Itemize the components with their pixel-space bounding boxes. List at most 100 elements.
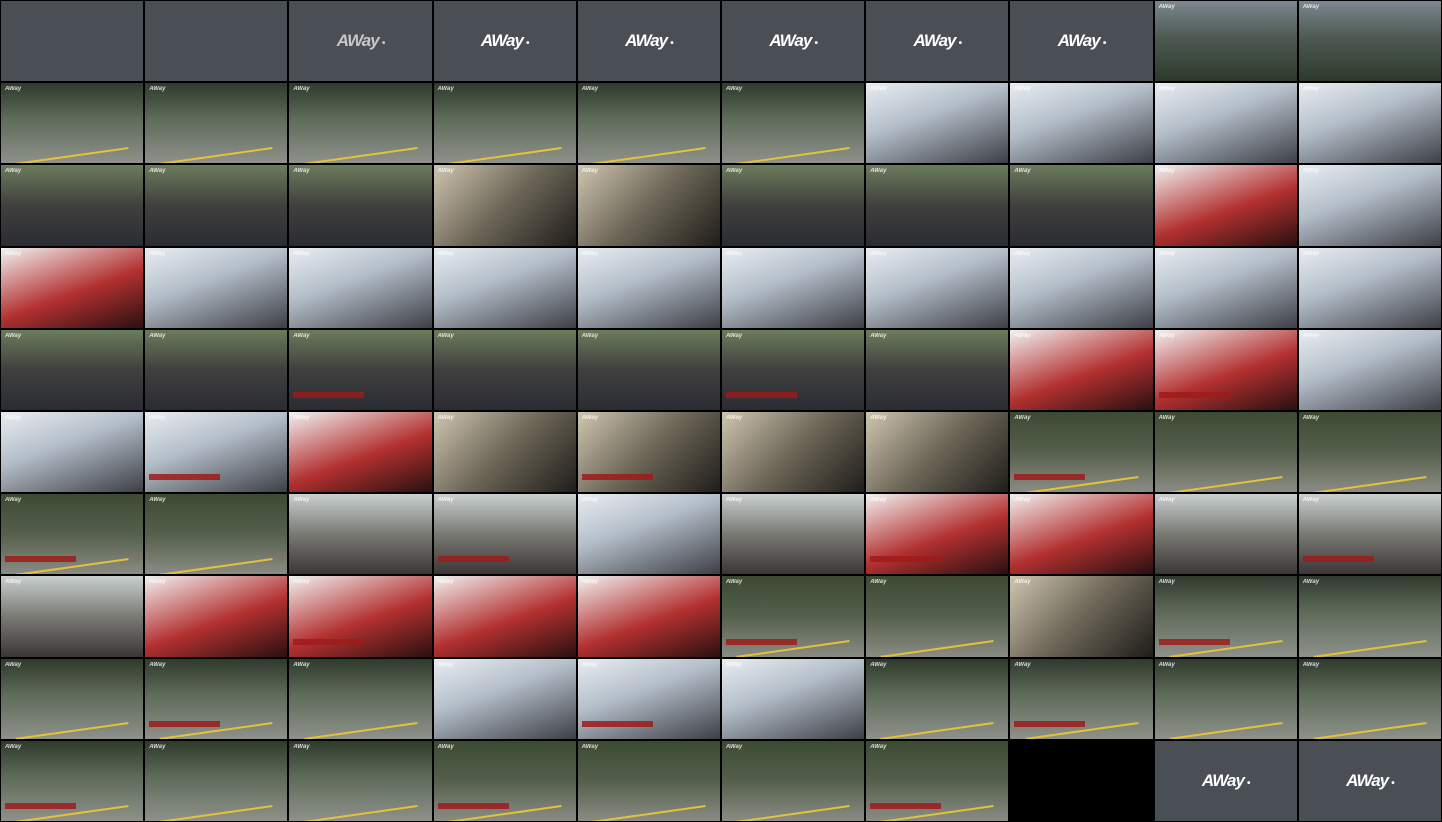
watermark-logo: AWay [293, 743, 310, 750]
video-frame-thumbnail: AWay [721, 740, 865, 821]
video-frame-thumbnail: AWay [721, 494, 865, 575]
video-frame-thumbnail: AWay • [289, 1, 432, 82]
video-frame-thumbnail: AWay [866, 329, 1009, 410]
video-frame-thumbnail: AWay [1010, 247, 1153, 328]
video-frame-thumbnail: AWay [145, 411, 288, 493]
video-frame-thumbnail: AWay • [721, 1, 865, 82]
video-frame-thumbnail: AWay [289, 658, 432, 739]
watermark-logo: AWay [725, 250, 743, 257]
watermark-logo: AWay [1014, 250, 1031, 257]
watermark-logo: AWay [437, 743, 454, 750]
watermark-logo: AWay [5, 250, 22, 257]
watermark-logo: AWay [1014, 497, 1031, 504]
video-frame-thumbnail: AWay [577, 165, 720, 246]
video-frame-thumbnail: AWay [1154, 576, 1297, 657]
road-lane-marking [304, 147, 417, 164]
subtitle-caption-bar [5, 556, 77, 563]
video-frame-thumbnail: AWay [1010, 576, 1153, 657]
watermark-logo: AWay [870, 579, 887, 586]
watermark-logo: AWay [725, 497, 743, 504]
watermark-logo: AWay [293, 414, 310, 421]
video-frame-thumbnail [1010, 740, 1153, 821]
video-frame-thumbnail: AWay • [577, 1, 720, 82]
watermark-logo: AWay [1014, 168, 1031, 175]
watermark-logo: AWay [5, 743, 22, 750]
video-frame-thumbnail: AWay [1, 740, 144, 821]
watermark-logo: AWay [1302, 579, 1320, 586]
road-lane-marking [159, 804, 273, 821]
watermark-logo: AWay [581, 414, 599, 421]
video-frame-thumbnail: AWay [145, 494, 288, 575]
subtitle-caption-bar [5, 802, 77, 809]
subtitle-caption-bar [149, 474, 221, 481]
subtitle-caption-bar [1014, 720, 1086, 727]
video-frame-thumbnail: AWay [1298, 494, 1441, 575]
away-logo: AWay • [1346, 770, 1394, 790]
watermark-logo: AWay [149, 661, 166, 668]
video-frame-thumbnail: AWay [577, 494, 720, 575]
video-frame-thumbnail: AWay [866, 740, 1009, 821]
away-logo: AWay • [336, 31, 385, 51]
video-frame-thumbnail: AWay [1298, 1, 1441, 82]
subtitle-caption-bar [293, 638, 365, 645]
watermark-logo: AWay [581, 250, 599, 257]
video-frame-thumbnail: AWay [289, 247, 432, 328]
watermark-logo: AWay [5, 414, 22, 421]
watermark-logo: AWay [581, 497, 599, 504]
video-frame-thumbnail: AWay [1, 329, 144, 410]
watermark-logo: AWay [581, 86, 599, 93]
video-frame-thumbnail: AWay [145, 658, 288, 739]
watermark-logo: AWay [1158, 579, 1175, 586]
video-frame-thumbnail: AWay [289, 329, 432, 410]
video-frame-thumbnail: AWay [1154, 329, 1297, 410]
watermark-logo: AWay [1302, 332, 1320, 339]
video-frame-thumbnail: AWay [145, 740, 288, 821]
road-lane-marking [736, 147, 850, 164]
video-frame-thumbnail: AWay [1154, 1, 1297, 82]
road-lane-marking [1313, 640, 1427, 657]
video-frame-thumbnail: AWay [1010, 411, 1153, 493]
watermark-logo: AWay [1014, 86, 1031, 93]
watermark-logo: AWay [5, 661, 22, 668]
watermark-logo: AWay [1302, 497, 1320, 504]
video-frame-thumbnail: AWay [1154, 494, 1297, 575]
video-frame-thumbnail: AWay • [1010, 1, 1153, 82]
away-logo: AWay • [913, 31, 962, 51]
road-lane-marking [880, 722, 994, 739]
watermark-logo: AWay [1158, 250, 1175, 257]
video-frame-thumbnail: AWay [866, 494, 1009, 575]
video-frame-thumbnail: AWay [1, 247, 144, 328]
road-lane-marking [15, 722, 129, 739]
video-frame-thumbnail: AWay [721, 329, 865, 410]
watermark-logo: AWay [1014, 579, 1031, 586]
video-frame-thumbnail: AWay [289, 165, 432, 246]
watermark-logo: AWay [1158, 497, 1175, 504]
road-lane-marking [448, 147, 562, 164]
road-lane-marking [1313, 475, 1427, 493]
subtitle-caption-bar [1158, 638, 1230, 645]
subtitle-caption-bar [437, 802, 509, 809]
video-frame-thumbnail: AWay [1, 658, 144, 739]
watermark-logo: AWay [1158, 86, 1175, 93]
road-lane-marking [304, 804, 417, 821]
watermark-logo: AWay [437, 86, 454, 93]
watermark-logo: AWay [1158, 661, 1175, 668]
video-frame-thumbnail: AWay [1298, 576, 1441, 657]
video-frame-thumbnail: AWay [1298, 329, 1441, 410]
watermark-logo: AWay [5, 332, 22, 339]
watermark-logo: AWay [1302, 86, 1320, 93]
road-lane-marking [1169, 722, 1283, 739]
watermark-logo: AWay [1158, 414, 1175, 421]
video-frame-thumbnail: AWay [577, 83, 720, 164]
video-frame-thumbnail: AWay [1010, 329, 1153, 410]
watermark-logo: AWay [1014, 414, 1031, 421]
watermark-logo: AWay [870, 332, 887, 339]
watermark-logo: AWay [293, 332, 310, 339]
watermark-logo: AWay [5, 579, 22, 586]
subtitle-caption-bar [870, 556, 942, 563]
video-frame-thumbnail: AWay [1, 494, 144, 575]
watermark-logo: AWay [149, 332, 166, 339]
video-frame-thumbnail: AWay [433, 494, 576, 575]
video-frame-thumbnail: AWay [1154, 411, 1297, 493]
watermark-logo: AWay [725, 332, 743, 339]
